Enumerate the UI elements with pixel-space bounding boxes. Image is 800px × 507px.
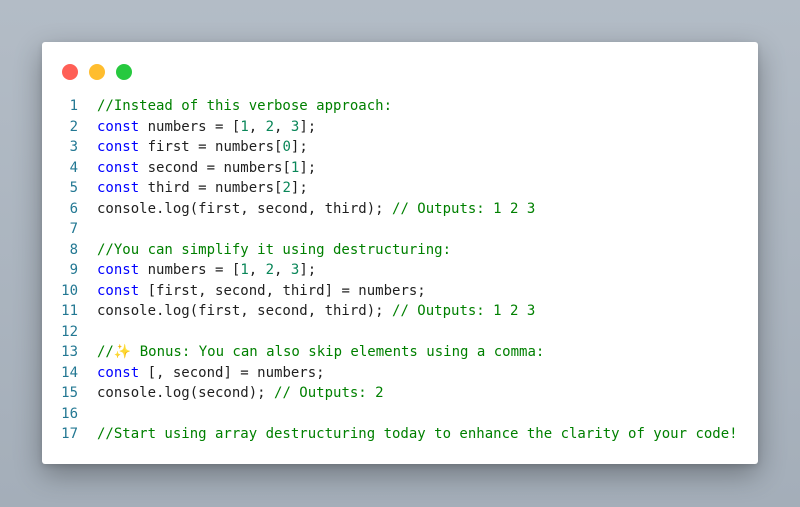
code-token: 2 (265, 262, 275, 278)
code-token: // Outputs: 2 (274, 385, 384, 401)
code-token: 2 (265, 118, 275, 135)
code-line: 10 const [first, second, third] = numbers… (42, 281, 758, 302)
code-token: ]; (299, 262, 317, 278)
line-code: const numbers = [1, 2, 3]; (78, 117, 316, 138)
line-number: 5 (69, 180, 78, 196)
line-number: 15 (61, 385, 78, 401)
code-token: const (97, 262, 140, 278)
line-number: 9 (69, 262, 78, 278)
code-token: numbers = [ (139, 118, 241, 135)
code-token: //You can simplify it using destructurin… (97, 241, 452, 258)
line-code: //Start using array destructuring today … (78, 424, 738, 445)
line-code: const numbers = [1, 2, 3]; (78, 260, 316, 281)
code-line: 8 //You can simplify it using destructuri… (42, 240, 758, 261)
code-line: 6 console.log(first, second, third); // O… (42, 199, 758, 220)
code-token: third = numbers[ (139, 180, 283, 196)
code-line: 14 const [, second] = numbers; (42, 363, 758, 384)
line-code: const [first, second, third] = numbers; (78, 281, 426, 302)
code-block: 1//Instead of this verbose approach: 2 con… (42, 96, 758, 445)
line-number: 2 (69, 118, 78, 135)
code-line: 13 //✨ Bonus: You can also skip elements … (42, 342, 758, 363)
code-token: ]; (299, 159, 317, 176)
line-code: const first = numbers[0]; (78, 137, 308, 158)
line-code: console.log(first, second, third); // Ou… (78, 301, 535, 322)
line-number: 12 (61, 323, 78, 340)
close-dot[interactable] (62, 64, 78, 80)
code-token: numbers = [ (139, 262, 241, 278)
line-number: 8 (69, 241, 78, 258)
code-line: 5 const third = numbers[2]; (42, 178, 758, 199)
code-line: 16 (42, 404, 758, 425)
maximize-dot[interactable] (116, 64, 132, 80)
code-token: const (97, 159, 140, 176)
code-token: const (97, 139, 140, 155)
code-token: const (97, 282, 140, 299)
code-token: ]; (290, 180, 308, 196)
code-token: [, second] = numbers; (139, 364, 325, 381)
line-code: //You can simplify it using destructurin… (78, 240, 451, 261)
code-token: [first, second, third] = numbers; (139, 282, 426, 299)
code-token: // Outputs: 1 2 3 (392, 303, 536, 319)
code-token: const (97, 180, 140, 196)
code-token: 0 (282, 139, 291, 155)
code-token: second = numbers[ (139, 159, 291, 176)
code-line: 11 console.log(first, second, third); // … (42, 301, 758, 322)
line-number: 13 (61, 344, 78, 360)
code-line: 1 //Instead of this verbose approach: (42, 96, 758, 117)
code-token: console.log(first, second, third); (97, 200, 393, 217)
code-token: , (248, 262, 266, 278)
line-code: console.log(second); // Outputs: 2 (78, 383, 384, 404)
line-number: 14 (61, 364, 78, 381)
code-token: // Outputs: 1 2 3 (392, 200, 536, 217)
code-line: 3 const first = numbers[0]; (42, 137, 758, 158)
line-number: 1 (69, 98, 78, 114)
code-token: ]; (290, 139, 308, 155)
code-token: , (248, 118, 266, 135)
code-token: 1 (240, 118, 249, 135)
line-number: 3 (69, 139, 78, 155)
line-number: 7 (69, 221, 78, 237)
code-token: console.log(first, second, third); (97, 303, 393, 319)
code-token: , (274, 118, 291, 135)
code-token: //Instead of this verbose approach: (97, 98, 393, 114)
code-token: first = numbers[ (139, 139, 283, 155)
code-line: 12 (42, 322, 758, 343)
code-token: 1 (240, 262, 249, 278)
code-window: 1//Instead of this verbose approach: 2 con… (42, 42, 758, 464)
line-number: 11 (61, 303, 78, 319)
line-number: 10 (61, 282, 78, 299)
window-controls (62, 64, 132, 80)
line-number: 4 (69, 159, 78, 176)
code-line: 15 console.log(second); // Outputs: 2 (42, 383, 758, 404)
line-code: console.log(first, second, third); // Ou… (78, 199, 535, 220)
line-number: 6 (69, 200, 78, 217)
code-token: ]; (299, 118, 317, 135)
line-code: const third = numbers[2]; (78, 178, 308, 199)
line-code: //Instead of this verbose approach: (78, 96, 392, 117)
code-token: console.log(second); (97, 385, 275, 401)
code-token: 2 (282, 180, 291, 196)
line-number: 16 (61, 405, 78, 422)
code-line: 2 const numbers = [1, 2, 3]; (42, 117, 758, 138)
line-number: 17 (61, 426, 78, 442)
code-token: //✨ Bonus: You can also skip elements us… (97, 344, 545, 360)
line-code: const [, second] = numbers; (78, 363, 325, 384)
code-line: 7 (42, 219, 758, 240)
line-code: //✨ Bonus: You can also skip elements us… (78, 342, 544, 363)
code-token: const (97, 118, 140, 135)
code-token: , (274, 262, 291, 278)
minimize-dot[interactable] (89, 64, 105, 80)
code-token: //Start using array destructuring today … (97, 426, 738, 442)
code-line: 17 //Start using array destructuring toda… (42, 424, 758, 445)
code-line: 4 const second = numbers[1]; (42, 158, 758, 179)
code-line: 9 const numbers = [1, 2, 3]; (42, 260, 758, 281)
line-code: const second = numbers[1]; (78, 158, 316, 179)
code-token: const (97, 364, 140, 381)
